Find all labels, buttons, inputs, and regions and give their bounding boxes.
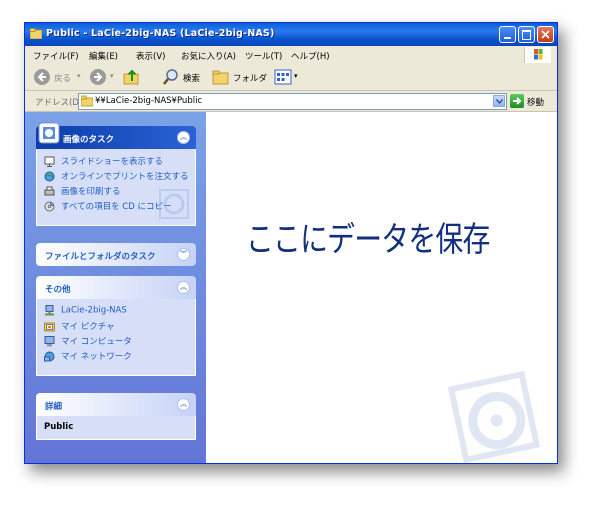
forward-arrow-icon [90,69,106,85]
folder-icon [81,95,93,107]
other-places-title: その他 [45,285,71,295]
collapse-icon[interactable]: ︽ [177,281,190,294]
up-folder-button[interactable] [123,68,141,86]
file-folder-tasks-header[interactable]: ファイルとフォルダのタスク ︾ [36,243,196,266]
my-computer-icon [44,335,55,346]
image-tasks-panel: 画像のタスク ︽ スライドショーを表示する オンラインでプリントを注文する 画像… [36,122,196,226]
maximize-icon [522,30,531,40]
windows-logo-icon [524,47,551,63]
search-button[interactable]: 検索 [162,68,207,86]
back-button[interactable]: 戻る ▾ [33,68,83,86]
views-dropdown-icon: ▾ [294,72,298,80]
watermark-cd-icon [159,189,189,219]
address-value: ¥¥LaCie-2big-NAS¥Public [95,96,203,106]
address-label: アドレス(D) [35,98,83,108]
image-tasks-title: 画像のタスク [63,135,115,145]
up-folder-icon [123,69,139,85]
other-places-panel: その他 ︽ LaCie-2big-NAS マイ ピクチャ マイ コンピュータ マ… [36,276,196,376]
minimize-button[interactable] [499,26,516,43]
menu-bar: ファイル(F) 編集(E) 表示(V) お気に入り(A) ツール(T) ヘルプ(… [25,46,557,65]
image-tasks-body: スライドショーを表示する オンラインでプリントを注文する 画像を印刷する すべて… [36,149,196,226]
other-places-header[interactable]: その他 ︽ [36,276,196,299]
task-copy-to-cd[interactable]: すべての項目を CD にコピー [44,200,171,212]
globe-icon [44,171,55,181]
printer-icon [44,186,55,195]
chevron-down-icon [496,99,503,104]
file-folder-tasks-panel: ファイルとフォルダのタスク ︾ [36,243,196,266]
folder-icon [30,28,42,39]
network-computer-icon [45,305,54,316]
task-slideshow[interactable]: スライドショーを表示する [44,155,163,167]
place-my-pictures[interactable]: マイ ピクチャ [44,320,115,332]
task-pane: 画像のタスク ︽ スライドショーを表示する オンラインでプリントを注文する 画像… [25,112,206,463]
forward-dropdown-icon: ▾ [110,72,114,80]
maximize-button[interactable] [518,26,535,43]
collapse-icon[interactable]: ︽ [177,131,190,144]
search-label: 検索 [183,74,201,84]
expand-icon[interactable]: ︾ [177,248,190,261]
details-body: Public [36,416,196,440]
address-bar: アドレス(D) ¥¥LaCie-2big-NAS¥Public 移動 [25,91,557,112]
views-button[interactable]: ▾ [274,68,302,86]
image-tasks-header[interactable]: 画像のタスク ︽ [36,122,196,149]
menu-view[interactable]: 表示(V) [136,50,165,62]
place-lacie-nas[interactable]: LaCie-2big-NAS [44,305,127,316]
file-folder-tasks-title: ファイルとフォルダのタスク [45,252,156,262]
search-icon [163,69,178,85]
address-input[interactable]: ¥¥LaCie-2big-NAS¥Public [78,93,507,110]
details-name: Public [44,422,74,432]
title-bar[interactable]: Public - LaCie-2big-NAS (LaCie-2big-NAS) [25,23,557,46]
task-print-pictures[interactable]: 画像を印刷する [44,185,121,197]
folders-button[interactable]: フォルダ [212,68,267,86]
other-places-body: LaCie-2big-NAS マイ ピクチャ マイ コンピュータ マイ ネットワ… [36,299,196,376]
back-arrow-icon [34,69,50,85]
cd-icon [44,201,55,211]
collapse-icon[interactable]: ︽ [177,398,190,411]
close-button[interactable] [537,26,554,43]
overlay-caption: ここにデータを保存 [246,220,490,260]
menu-favorites[interactable]: お気に入り(A) [181,50,236,62]
back-dropdown-icon: ▾ [77,72,81,80]
watermark-cd-icon [447,370,541,463]
details-title: 詳細 [45,402,63,412]
window-title: Public - LaCie-2big-NAS (LaCie-2big-NAS) [46,28,275,39]
place-my-computer[interactable]: マイ コンピュータ [44,335,132,347]
address-dropdown-button[interactable] [493,95,505,107]
minimize-icon [504,37,511,39]
forward-button[interactable]: ▾ [89,68,117,86]
go-arrow-icon [510,94,524,108]
menu-edit[interactable]: 編集(E) [89,50,118,62]
explorer-window: Public - LaCie-2big-NAS (LaCie-2big-NAS)… [24,22,558,464]
task-order-prints[interactable]: オンラインでプリントを注文する [44,170,189,182]
folders-label: フォルダ [233,74,268,84]
menu-file[interactable]: ファイル(F) [33,50,79,62]
close-icon [541,30,550,39]
back-label: 戻る [54,74,72,84]
details-panel: 詳細 ︽ Public [36,393,196,440]
toolbar: 戻る ▾ ▾ 検索 フォルダ ▾ [25,64,557,91]
menu-tools[interactable]: ツール(T) [245,50,282,62]
menu-help[interactable]: ヘルプ(H) [291,50,330,62]
views-icon [274,69,292,85]
slideshow-icon [44,156,55,167]
folders-icon [212,70,229,85]
folder-content-area[interactable]: ここにデータを保存 [206,112,557,463]
details-header[interactable]: 詳細 ︽ [36,393,196,416]
my-network-icon [44,351,55,361]
my-pictures-icon [44,322,55,331]
place-my-network[interactable]: マイ ネットワーク [44,350,132,362]
picture-tasks-icon [38,122,60,144]
go-label: 移動 [527,98,545,108]
